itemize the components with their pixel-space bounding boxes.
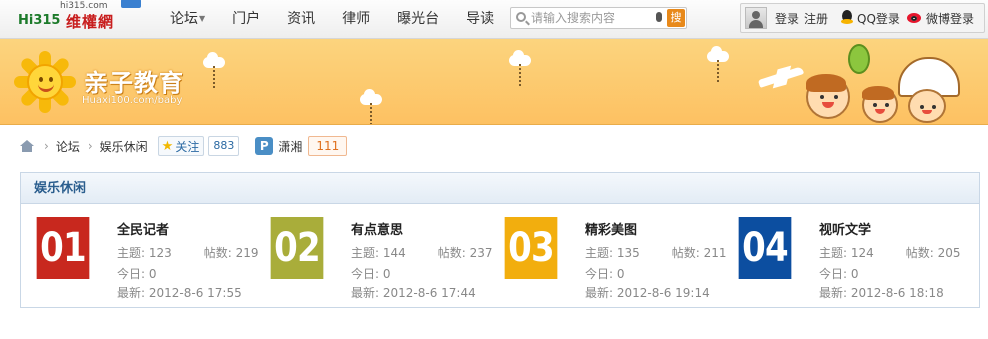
nav-item-label: 门户 <box>232 11 261 27</box>
nav-item-label: 曝光台 <box>397 11 440 27</box>
qq-icon[interactable] <box>840 10 854 26</box>
nav-item-lawyer[interactable]: 律师 <box>342 0 370 38</box>
child-face-icon <box>806 74 850 119</box>
user-login-box: 登录 注册 QQ登录 微博登录 <box>740 3 985 33</box>
breadcrumb-item-current[interactable]: 娱乐休闲 <box>100 138 148 155</box>
forum-number-badge[interactable]: 04 <box>738 217 792 279</box>
forum-card: 04 视听文学 主题: 124 帖数: 205 今日: 0 最新: 2012-8-… <box>734 217 964 301</box>
search-box: 搜 <box>510 7 687 29</box>
nav-item-guide[interactable]: 导读 <box>466 0 494 38</box>
weibo-icon[interactable] <box>907 10 923 24</box>
logo-name: 维權網 <box>66 13 115 31</box>
forum-latest[interactable]: 最新: 2012-8-6 18:18 <box>819 284 944 301</box>
forum-name[interactable]: 精彩美图 <box>585 219 637 238</box>
nav-item-label: 资讯 <box>287 11 316 27</box>
register-link[interactable]: 注册 <box>804 10 828 27</box>
forum-stats: 主题: 124 帖数: 205 <box>819 246 961 260</box>
forum-stats: 主题: 144 帖数: 237 <box>351 246 493 260</box>
chevron-right-icon: › <box>44 139 49 153</box>
forum-latest[interactable]: 最新: 2012-8-6 19:14 <box>585 284 710 301</box>
nav-item-forum[interactable]: 论坛▼ <box>170 0 205 38</box>
forum-card: 01 全民记者 主题: 123 帖数: 219 今日: 0 最新: 2012-8-… <box>32 217 262 301</box>
forum-section: 娱乐休闲 01 全民记者 主题: 123 帖数: 219 今日: 0 最新: 20… <box>20 172 980 308</box>
section-title[interactable]: 娱乐休闲 <box>34 181 86 196</box>
nav-item-label: 律师 <box>342 11 371 27</box>
follow-label: 关注 <box>175 139 200 154</box>
nav-item-label: 导读 <box>466 11 495 27</box>
star-icon: ★ <box>161 138 174 154</box>
forum-banner: 亲子教育 Huaxi100.com/baby <box>0 39 988 125</box>
forum-today: 今日: 0 <box>351 267 391 281</box>
child-face-icon <box>908 89 946 123</box>
nav-item-exposure[interactable]: 曝光台 <box>397 0 439 38</box>
forum-name[interactable]: 视听文学 <box>819 219 871 238</box>
forum-card: 03 精彩美图 主题: 135 帖数: 211 今日: 0 最新: 2012-8-… <box>500 217 730 301</box>
forum-today: 今日: 0 <box>819 267 859 281</box>
search-icon <box>516 12 526 22</box>
forum-today: 今日: 0 <box>117 267 157 281</box>
cloud-icon <box>509 50 531 88</box>
moderator-app-icon[interactable]: P <box>255 137 274 155</box>
sun-mascot-icon <box>14 51 76 113</box>
cloud-icon <box>360 89 382 124</box>
balloon-icon <box>848 44 870 74</box>
weibo-login-link[interactable]: 微博登录 <box>926 10 974 27</box>
forum-stats: 主题: 135 帖数: 211 <box>585 246 727 260</box>
logo-brand: Hi315 <box>18 13 61 28</box>
caret-down-icon: ▼ <box>199 14 206 23</box>
nav-item-label: 论坛 <box>170 11 198 27</box>
microphone-icon[interactable] <box>656 12 662 22</box>
forum-stats: 主题: 123 帖数: 219 <box>117 246 259 260</box>
forum-latest[interactable]: 最新: 2012-8-6 17:55 <box>117 284 242 301</box>
forum-number-badge[interactable]: 02 <box>270 217 324 279</box>
forum-name[interactable]: 全民记者 <box>117 219 169 238</box>
forum-number-badge[interactable]: 03 <box>504 217 558 279</box>
avatar <box>745 7 767 29</box>
cloud-icon <box>707 46 729 84</box>
home-icon[interactable] <box>20 140 34 152</box>
follow-count: 883 <box>208 136 240 156</box>
forum-number-badge[interactable]: 01 <box>36 217 90 279</box>
moderator-count: 111 <box>308 136 348 156</box>
logo-cn-badge <box>121 0 141 8</box>
breadcrumb: › 论坛 › 娱乐休闲 ★ 关注 883 P 潇湘 111 <box>20 134 348 158</box>
airplane-icon <box>757 63 808 89</box>
qq-login-link[interactable]: QQ登录 <box>857 10 900 27</box>
child-face-icon <box>862 86 898 123</box>
forum-card: 02 有点意思 主题: 144 帖数: 237 今日: 0 最新: 2012-8-… <box>266 217 496 301</box>
cloud-icon <box>203 52 225 90</box>
forum-latest[interactable]: 最新: 2012-8-6 17:44 <box>351 284 476 301</box>
moderator-name[interactable]: 潇湘 <box>278 138 302 155</box>
follow-button[interactable]: ★ 关注 <box>157 136 205 156</box>
forum-name[interactable]: 有点意思 <box>351 219 403 238</box>
chevron-right-icon: › <box>87 139 93 153</box>
top-navbar: hi315.com Hi315 维權網 论坛▼ 门户 资讯 律师 曝光台 导读 … <box>0 0 988 39</box>
nav-item-portal[interactable]: 门户 <box>232 0 260 38</box>
search-input[interactable] <box>531 10 661 26</box>
forum-today: 今日: 0 <box>585 267 625 281</box>
nav-item-news[interactable]: 资讯 <box>287 0 315 38</box>
search-button[interactable]: 搜 <box>667 9 685 27</box>
banner-subtitle: Huaxi100.com/baby <box>82 95 183 106</box>
site-logo[interactable]: hi315.com Hi315 维權網 <box>18 0 141 38</box>
login-link[interactable]: 登录 <box>775 10 799 27</box>
main-nav: 论坛▼ 门户 资讯 律师 曝光台 导读 <box>170 0 521 38</box>
logo-domain: hi315.com <box>60 1 108 11</box>
breadcrumb-item-forum[interactable]: 论坛 <box>56 138 80 155</box>
section-header: 娱乐休闲 <box>21 173 979 204</box>
banner-title: 亲子教育 <box>84 69 184 97</box>
